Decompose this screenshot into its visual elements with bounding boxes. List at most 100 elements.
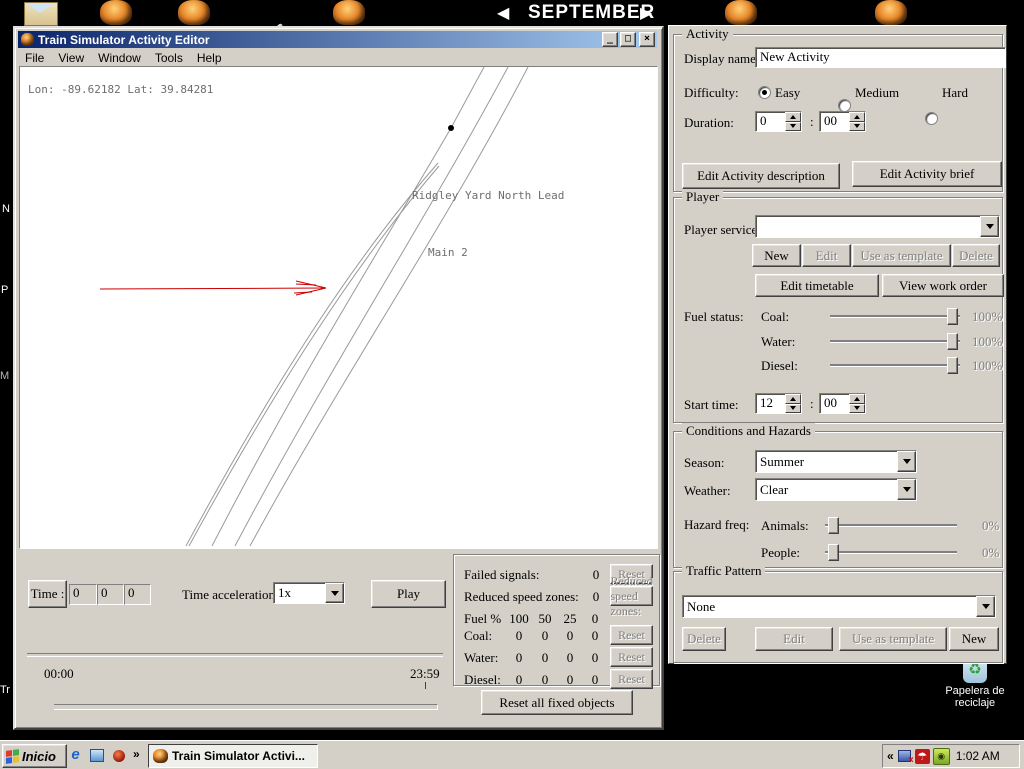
minimize-button[interactable]: _ (602, 32, 618, 47)
traffic-delete-button[interactable]: Delete (682, 627, 726, 651)
water-slider-thumb[interactable] (947, 333, 958, 350)
player-service-dropdown-button[interactable] (980, 216, 999, 237)
tray-collapse-chevron[interactable]: « (887, 749, 894, 763)
maximize-button[interactable]: □ (620, 32, 636, 47)
start-time-minutes-spinner[interactable]: 00 (819, 393, 866, 414)
network-error-tray-icon[interactable]: × (897, 749, 912, 764)
animals-slider-thumb[interactable] (828, 517, 839, 534)
gremlin-desktop-icon-2[interactable] (178, 0, 210, 25)
duration-hours-spinner[interactable]: 0 (755, 111, 802, 132)
duration-minutes-spinner[interactable]: 00 (819, 111, 866, 132)
display-name-input[interactable]: New Activity (755, 47, 1006, 68)
timeline-slider-thumb[interactable] (39, 686, 54, 712)
season-dropdown-button[interactable] (897, 451, 916, 472)
menu-view[interactable]: View (51, 50, 91, 66)
time-hours-field[interactable]: 0 (69, 584, 97, 605)
start-minutes-value: 00 (820, 394, 849, 413)
route-map-viewport[interactable]: Lon: -89.62182 Lat: 39.84281 Ridgley Yar… (19, 66, 658, 549)
spin-up-button[interactable] (785, 112, 801, 122)
avira-umbrella-tray-icon[interactable]: ☂ (915, 749, 930, 764)
display-utility-tray-icon[interactable]: ◉ (933, 748, 950, 765)
spin-down-button[interactable] (785, 404, 801, 414)
diesel-slider-thumb[interactable] (947, 357, 958, 374)
coal-percent-value: 100% (972, 309, 1002, 325)
task-button-icon (153, 749, 168, 763)
player-use-as-template-button[interactable]: Use as template (852, 244, 951, 267)
traffic-new-button[interactable]: New (949, 627, 999, 651)
start-time-label: Start time: (684, 397, 739, 413)
traffic-use-as-template-button[interactable]: Use as template (839, 627, 947, 651)
spin-down-button[interactable] (849, 122, 865, 132)
reset-diesel-button[interactable]: Reset (610, 669, 653, 689)
player-edit-button[interactable]: Edit (802, 244, 851, 267)
edge-label-1: N (2, 203, 10, 215)
player-new-button[interactable]: New (752, 244, 801, 267)
spin-down-button[interactable] (785, 122, 801, 132)
close-button[interactable]: × (639, 32, 655, 47)
spin-down-button[interactable] (849, 404, 865, 414)
difficulty-easy-radio[interactable] (758, 86, 771, 99)
edit-activity-brief-button[interactable]: Edit Activity brief (852, 161, 1002, 187)
time-acceleration-select[interactable]: 1x (273, 582, 345, 604)
view-work-order-button[interactable]: View work order (882, 274, 1004, 297)
people-slider-track[interactable] (825, 551, 957, 554)
chevron-up-icon (790, 397, 796, 401)
reset-reduced-speed-zones-button[interactable]: Reduced speed zones: (610, 586, 653, 606)
spin-up-button[interactable] (849, 112, 865, 122)
clock[interactable]: 1:02 AM (956, 749, 1000, 763)
timeline-end-tick (425, 682, 426, 689)
start-time-hours-spinner[interactable]: 12 (755, 393, 802, 414)
chevron-down-icon (903, 459, 911, 464)
weather-dropdown-button[interactable] (897, 479, 916, 500)
season-select[interactable]: Summer (755, 450, 917, 473)
mail-desktop-icon[interactable] (24, 2, 58, 26)
gremlin-desktop-icon-4[interactable] (725, 0, 757, 25)
coal-slider-thumb[interactable] (947, 308, 958, 325)
edit-timetable-button[interactable]: Edit timetable (755, 274, 879, 297)
menu-file[interactable]: File (18, 50, 51, 66)
animals-slider-track[interactable] (825, 524, 957, 527)
season-value: Summer (756, 452, 897, 472)
start-button[interactable]: Inicio (2, 744, 67, 768)
player-delete-button[interactable]: Delete (952, 244, 1000, 267)
reset-all-fixed-objects-button[interactable]: Reset all fixed objects (481, 690, 633, 715)
internet-explorer-icon[interactable]: e (68, 747, 83, 762)
coal-slider-track[interactable] (830, 315, 960, 318)
play-button[interactable]: Play (371, 580, 446, 608)
time-seconds-field[interactable]: 0 (124, 584, 151, 605)
coal-v50: 0 (532, 628, 558, 644)
show-desktop-icon[interactable] (89, 748, 104, 763)
spin-up-button[interactable] (849, 394, 865, 404)
time-minutes-field[interactable]: 0 (97, 584, 124, 605)
diesel-v100: 0 (506, 672, 532, 688)
menu-window[interactable]: Window (91, 50, 148, 66)
difficulty-hard-label: Hard (942, 85, 968, 101)
weather-select[interactable]: Clear (755, 478, 917, 501)
track-lines (186, 67, 528, 546)
edit-activity-description-button[interactable]: Edit Activity description (682, 163, 840, 189)
reset-water-button[interactable]: Reset (610, 647, 653, 667)
spin-up-button[interactable] (785, 394, 801, 404)
gremlin-desktop-icon-5[interactable] (875, 0, 907, 25)
diesel-v50: 0 (532, 672, 558, 688)
traffic-edit-button[interactable]: Edit (755, 627, 833, 651)
coal-row-label: Coal: (464, 628, 492, 644)
water-slider-track[interactable] (830, 340, 960, 343)
traffic-pattern-dropdown-button[interactable] (976, 596, 995, 617)
timeline-slider-track[interactable] (39, 704, 438, 710)
diesel-slider-track[interactable] (830, 364, 960, 367)
menu-help[interactable]: Help (190, 50, 229, 66)
reset-coal-button[interactable]: Reset (610, 625, 653, 645)
difficulty-hard-radio[interactable] (925, 112, 938, 125)
time-acceleration-dropdown-button[interactable] (325, 583, 344, 603)
traffic-pattern-select[interactable]: None (682, 595, 996, 618)
player-service-select[interactable] (755, 215, 1000, 238)
gremlin-desktop-icon-3[interactable] (333, 0, 365, 25)
gremlin-desktop-icon-1[interactable] (100, 0, 132, 25)
task-button-activity-editor[interactable]: Train Simulator Activi... (148, 744, 318, 768)
quick-launch-app-icon[interactable] (111, 748, 126, 763)
people-slider-thumb[interactable] (828, 544, 839, 561)
window-titlebar[interactable]: Train Simulator Activity Editor _ □ × (18, 31, 657, 48)
menu-tools[interactable]: Tools (148, 50, 190, 66)
quick-launch-overflow-chevron[interactable]: » (133, 747, 140, 761)
